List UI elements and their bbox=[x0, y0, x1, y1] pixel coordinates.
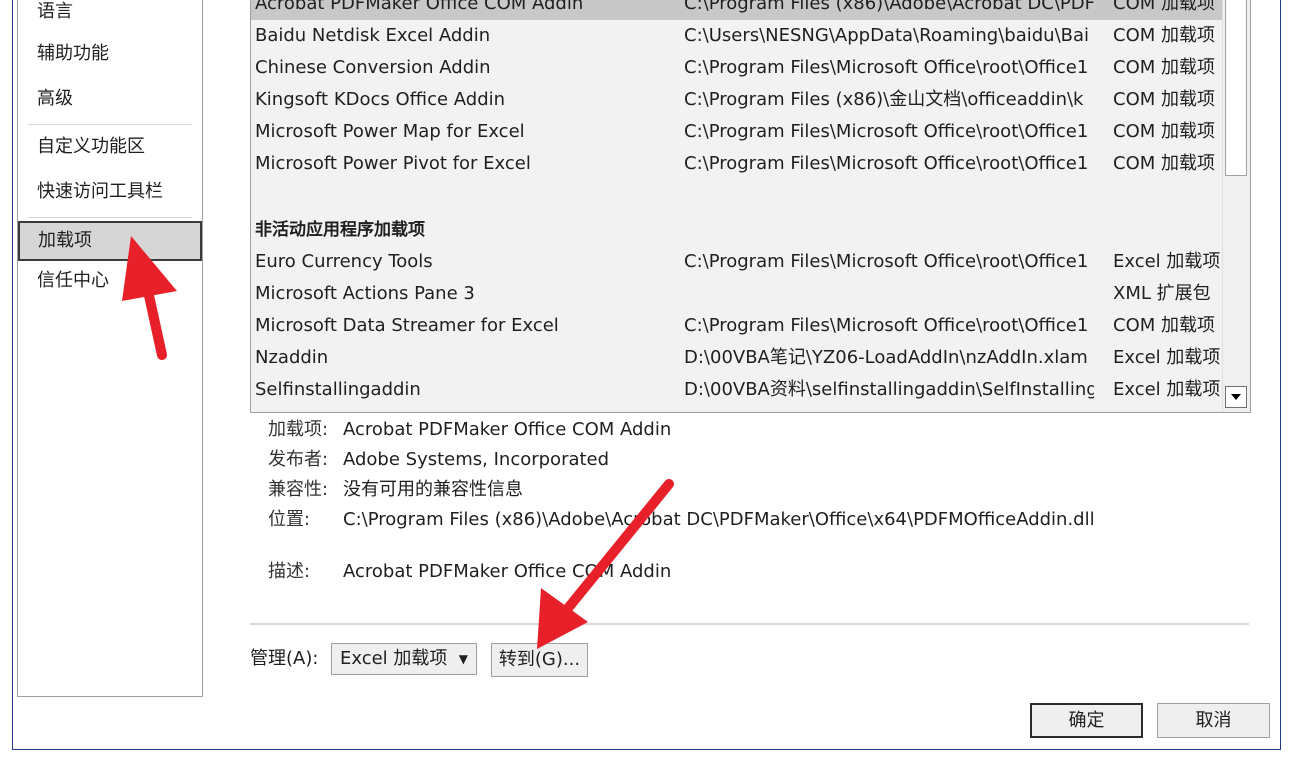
addin-name: Baidu Netdisk Excel Addin bbox=[255, 25, 491, 46]
addin-type: COM 加载项 bbox=[1113, 153, 1215, 174]
addin-name: Chinese Conversion Addin bbox=[255, 57, 491, 78]
addin-location: C:\Program Files (x86)\金山文档\officeaddin\… bbox=[684, 89, 1084, 110]
detail-value: Acrobat PDFMaker Office COM Addin bbox=[343, 419, 672, 440]
addin-type: COM 加载项 bbox=[1113, 89, 1215, 110]
sidebar-item-accessibility[interactable]: 辅助功能 bbox=[18, 34, 200, 74]
detail-label: 加载项: bbox=[268, 419, 329, 440]
addin-name: Microsoft Data Streamer for Excel bbox=[255, 315, 559, 336]
addin-type: COM 加载项 bbox=[1113, 315, 1215, 336]
addin-row[interactable]: Baidu Netdisk Excel Addin C:\Users\NESNG… bbox=[251, 20, 1223, 52]
addin-row[interactable]: Microsoft Power Pivot for Excel C:\Progr… bbox=[251, 148, 1223, 180]
manage-label: 管理(A): bbox=[250, 648, 319, 669]
addin-location: C:\Program Files (x86)\Adobe\Acrobat DC\… bbox=[684, 0, 1094, 14]
addin-row[interactable]: Selfinstallingaddin D:\00VBA资料\selfinsta… bbox=[251, 374, 1223, 406]
addin-name: Euro Currency Tools bbox=[255, 251, 433, 272]
addin-type: Excel 加载项 bbox=[1113, 251, 1221, 272]
addin-location: C:\Program Files\Microsoft Office\root\O… bbox=[684, 57, 1089, 78]
detail-value: Acrobat PDFMaker Office COM Addin bbox=[343, 561, 672, 582]
addin-row[interactable]: Chinese Conversion Addin C:\Program File… bbox=[251, 52, 1223, 84]
addin-location: D:\00VBA笔记\YZ06-LoadAddIn\nzAddIn.xlam bbox=[684, 347, 1088, 368]
sidebar-item-language[interactable]: 语言 bbox=[18, 0, 200, 32]
addin-name: Microsoft Power Map for Excel bbox=[255, 121, 525, 142]
vertical-scrollbar[interactable] bbox=[1222, 0, 1250, 412]
scrollbar-thumb[interactable] bbox=[1225, 0, 1247, 176]
detail-label: 描述: bbox=[268, 561, 311, 582]
sidebar-item-customize-ribbon[interactable]: 自定义功能区 bbox=[18, 127, 200, 167]
addin-type: Excel 加载项 bbox=[1113, 347, 1221, 368]
addin-type: COM 加载项 bbox=[1113, 0, 1215, 14]
detail-label: 发布者: bbox=[268, 449, 329, 470]
detail-value: C:\Program Files (x86)\Adobe\Acrobat DC\… bbox=[343, 509, 1095, 530]
scroll-down-button[interactable] bbox=[1225, 386, 1247, 408]
inactive-addins-header: 非活动应用程序加载项 bbox=[255, 220, 425, 240]
addin-location: C:\Program Files\Microsoft Office\root\O… bbox=[684, 121, 1089, 142]
sidebar-divider bbox=[28, 217, 192, 218]
addin-row[interactable]: Kingsoft KDocs Office Addin C:\Program F… bbox=[251, 84, 1223, 116]
addin-type: COM 加载项 bbox=[1113, 121, 1215, 142]
detail-value: 没有可用的兼容性信息 bbox=[343, 479, 523, 500]
addin-type: COM 加载项 bbox=[1113, 57, 1215, 78]
addin-name: Microsoft Power Pivot for Excel bbox=[255, 153, 531, 174]
manage-dropdown-value: Excel 加载项 bbox=[340, 648, 448, 669]
divider bbox=[250, 623, 1249, 625]
triangle-down-icon bbox=[1231, 394, 1241, 400]
sidebar-item-addins[interactable]: 加载项 bbox=[18, 221, 202, 261]
manage-dropdown[interactable]: Excel 加载项 ▼ bbox=[331, 643, 477, 675]
addin-name: Acrobat PDFMaker Office COM Addin bbox=[255, 0, 584, 14]
addin-row[interactable]: Acrobat PDFMaker Office COM Addin C:\Pro… bbox=[251, 0, 1223, 20]
cancel-button[interactable]: 取消 bbox=[1157, 703, 1270, 738]
sidebar-item-quick-access-toolbar[interactable]: 快速访问工具栏 bbox=[18, 172, 200, 212]
addin-type: COM 加载项 bbox=[1113, 25, 1215, 46]
addin-name: Selfinstallingaddin bbox=[255, 379, 421, 400]
dropdown-arrow-icon: ▼ bbox=[458, 652, 468, 666]
sidebar-item-advanced[interactable]: 高级 bbox=[18, 79, 200, 119]
goto-button[interactable]: 转到(G)... bbox=[491, 643, 588, 677]
addin-row[interactable]: Microsoft Power Map for Excel C:\Program… bbox=[251, 116, 1223, 148]
addin-row[interactable]: Microsoft Actions Pane 3 XML 扩展包 bbox=[251, 278, 1223, 310]
addin-list[interactable]: Acrobat PDFMaker Office COM Addin C:\Pro… bbox=[250, 0, 1251, 413]
ok-button[interactable]: 确定 bbox=[1030, 703, 1143, 738]
addin-type: Excel 加载项 bbox=[1113, 379, 1221, 400]
addin-location: D:\00VBA资料\selfinstallingaddin\SelfInsta… bbox=[684, 379, 1094, 400]
addin-type: XML 扩展包 bbox=[1113, 283, 1211, 304]
detail-value: Adobe Systems, Incorporated bbox=[343, 449, 610, 470]
addin-name: Kingsoft KDocs Office Addin bbox=[255, 89, 506, 110]
addin-name: Microsoft Actions Pane 3 bbox=[255, 283, 475, 304]
sidebar-item-trust-center[interactable]: 信任中心 bbox=[18, 261, 200, 301]
addin-location: C:\Program Files\Microsoft Office\root\O… bbox=[684, 315, 1089, 336]
addin-row[interactable]: Microsoft Data Streamer for Excel C:\Pro… bbox=[251, 310, 1223, 342]
options-sidebar: 语言 辅助功能 高级 自定义功能区 快速访问工具栏 加载项 信任中心 bbox=[17, 0, 203, 697]
addin-name: Nzaddin bbox=[255, 347, 329, 368]
addin-location: C:\Users\NESNG\AppData\Roaming\baidu\Bai bbox=[684, 25, 1090, 46]
detail-label: 位置: bbox=[268, 509, 311, 530]
addin-row[interactable]: Nzaddin D:\00VBA笔记\YZ06-LoadAddIn\nzAddI… bbox=[251, 342, 1223, 374]
addin-row[interactable]: Euro Currency Tools C:\Program Files\Mic… bbox=[251, 246, 1223, 278]
addin-location: C:\Program Files\Microsoft Office\root\O… bbox=[684, 153, 1089, 174]
addin-location: C:\Program Files\Microsoft Office\root\O… bbox=[684, 251, 1089, 272]
sidebar-divider bbox=[28, 124, 192, 125]
detail-label: 兼容性: bbox=[268, 479, 329, 500]
